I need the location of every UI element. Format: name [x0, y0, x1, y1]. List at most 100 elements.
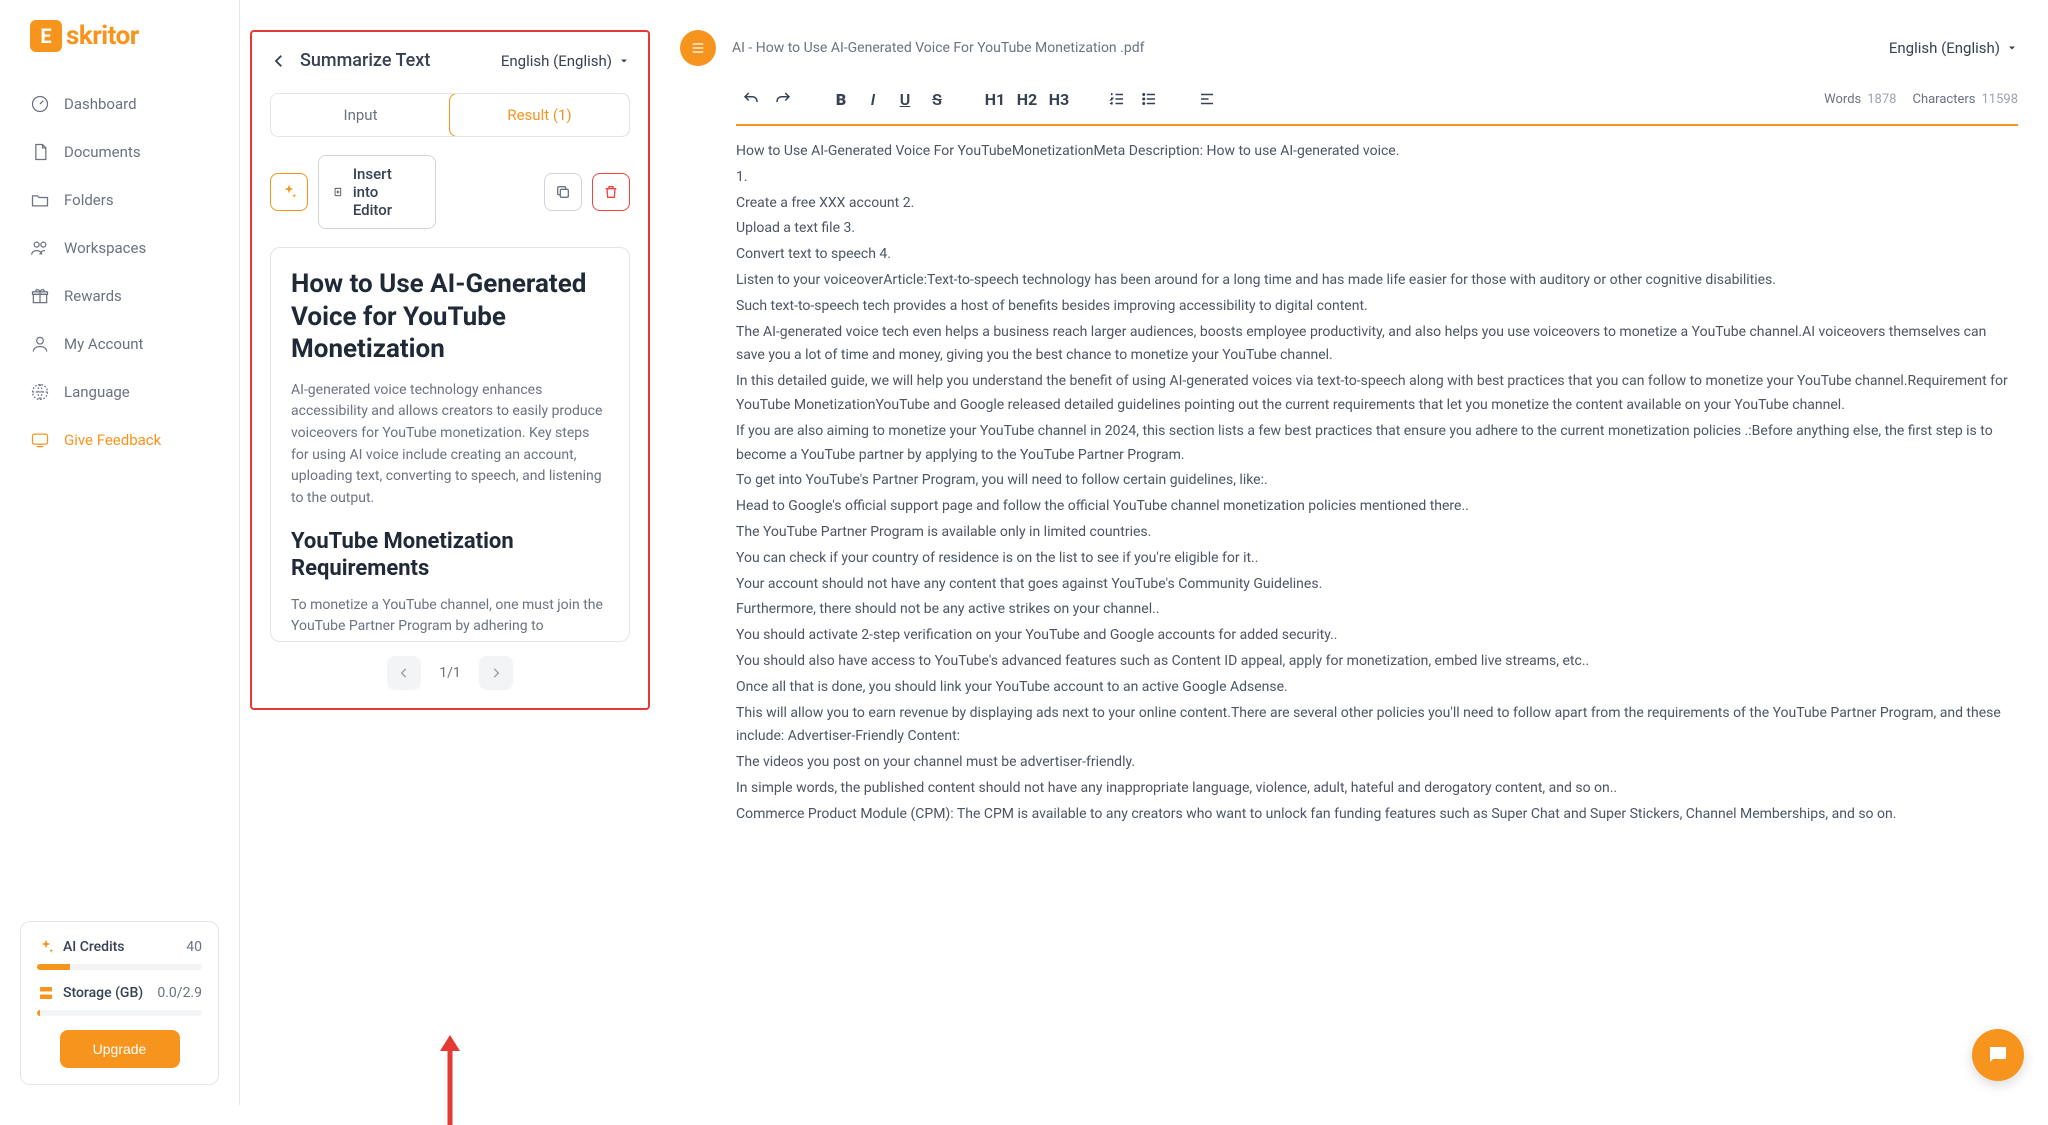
- editor-line[interactable]: If you are also aiming to monetize your …: [736, 420, 2008, 468]
- delete-button[interactable]: [592, 173, 630, 211]
- credits-box: AI Credits 40 Storage (GB) 0.0/2.9 Upgra…: [20, 921, 219, 1085]
- storage-icon: [37, 984, 55, 1002]
- tab-input[interactable]: Input: [271, 94, 450, 136]
- nav-folders[interactable]: Folders: [15, 178, 224, 222]
- prev-page-button[interactable]: [387, 656, 421, 690]
- underline-button[interactable]: U: [890, 84, 920, 114]
- storage-label: Storage (GB): [37, 984, 143, 1002]
- editor-line[interactable]: Convert text to speech 4.: [736, 243, 2008, 267]
- h1-button[interactable]: H1: [980, 84, 1010, 114]
- summarize-panel: Summarize Text English (English) Input R…: [240, 0, 660, 1105]
- editor-line[interactable]: In this detailed guide, we will help you…: [736, 370, 2008, 418]
- editor-line[interactable]: Upload a text file 3.: [736, 217, 2008, 241]
- copy-icon: [555, 184, 571, 200]
- editor-line[interactable]: The videos you post on your channel must…: [736, 751, 2008, 775]
- unordered-list-button[interactable]: [1134, 84, 1164, 114]
- page-indicator: 1/1: [439, 665, 461, 681]
- ai-credits-value: 40: [186, 939, 202, 955]
- gauge-icon: [30, 94, 50, 114]
- ol-icon: [1108, 90, 1126, 108]
- annotation-arrow: [438, 1035, 462, 1125]
- bold-button[interactable]: B: [826, 84, 856, 114]
- chevron-down-icon: [618, 55, 630, 67]
- result-heading-2: YouTube Monetization Requirements: [291, 528, 609, 583]
- tab-result[interactable]: Result (1): [449, 93, 630, 137]
- logo[interactable]: E skritor: [0, 20, 239, 82]
- editor-language-select[interactable]: English (English): [1889, 39, 2018, 57]
- editor-line[interactable]: The YouTube Partner Program is available…: [736, 521, 2008, 545]
- regenerate-button[interactable]: [270, 173, 308, 211]
- editor-line[interactable]: You should activate 2-step verification …: [736, 624, 2008, 648]
- editor-content[interactable]: How to Use AI-Generated Voice For YouTub…: [680, 140, 2018, 1095]
- nav-language[interactable]: Language: [15, 370, 224, 414]
- align-button[interactable]: [1192, 84, 1222, 114]
- gift-icon: [30, 286, 50, 306]
- editor-line[interactable]: Listen to your voiceoverArticle:Text-to-…: [736, 269, 2008, 293]
- editor-line[interactable]: Such text-to-speech tech provides a host…: [736, 295, 2008, 319]
- strike-button[interactable]: S: [922, 84, 952, 114]
- undo-button[interactable]: [736, 84, 766, 114]
- nav: Dashboard Documents Folders Workspaces R…: [0, 82, 239, 921]
- sparkle-icon: [280, 183, 298, 201]
- next-page-button[interactable]: [479, 656, 513, 690]
- document-badge-icon: [680, 30, 716, 66]
- chat-fab[interactable]: [1972, 1029, 2024, 1081]
- nav-label: Give Feedback: [64, 431, 161, 449]
- italic-button[interactable]: I: [858, 84, 888, 114]
- sparkle-icon: [37, 938, 55, 956]
- pager: 1/1: [270, 642, 630, 690]
- nav-dashboard[interactable]: Dashboard: [15, 82, 224, 126]
- editor-panel: AI - How to Use AI-Generated Voice For Y…: [660, 0, 2048, 1105]
- logo-icon: E: [30, 20, 62, 52]
- document-name[interactable]: AI - How to Use AI-Generated Voice For Y…: [732, 40, 1873, 56]
- h3-button[interactable]: H3: [1044, 84, 1074, 114]
- editor-line[interactable]: Head to Google's official support page a…: [736, 495, 2008, 519]
- editor-line[interactable]: This will allow you to earn revenue by d…: [736, 702, 2008, 750]
- nav-rewards[interactable]: Rewards: [15, 274, 224, 318]
- editor-line[interactable]: Once all that is done, you should link y…: [736, 676, 2008, 700]
- toolbar: B I U S H1 H2 H3 Words 1878 Characters 1…: [736, 78, 2018, 126]
- nav-feedback[interactable]: Give Feedback: [15, 418, 224, 462]
- back-icon[interactable]: [270, 52, 288, 70]
- nav-documents[interactable]: Documents: [15, 130, 224, 174]
- editor-line[interactable]: You should also have access to YouTube's…: [736, 650, 2008, 674]
- users-icon: [30, 238, 50, 258]
- folder-icon: [30, 190, 50, 210]
- feedback-icon: [30, 430, 50, 450]
- summarize-title: Summarize Text: [300, 50, 430, 71]
- word-count: 1878: [1867, 92, 1896, 107]
- nav-label: Documents: [64, 143, 141, 161]
- stats: Words 1878 Characters 11598: [1824, 92, 2018, 107]
- insert-icon: [333, 184, 343, 200]
- redo-button[interactable]: [768, 84, 798, 114]
- ai-credits-label: AI Credits: [37, 938, 125, 956]
- editor-line[interactable]: Furthermore, there should not be any act…: [736, 598, 2008, 622]
- chevron-right-icon: [489, 666, 503, 680]
- language-select[interactable]: English (English): [501, 52, 630, 70]
- editor-line[interactable]: In simple words, the published content s…: [736, 777, 2008, 801]
- nav-label: Folders: [64, 191, 114, 209]
- sidebar: E skritor Dashboard Documents Folders Wo…: [0, 0, 240, 1105]
- upgrade-button[interactable]: Upgrade: [60, 1030, 180, 1068]
- storage-value: 0.0/2.9: [157, 985, 202, 1001]
- editor-line[interactable]: Commerce Product Module (CPM): The CPM i…: [736, 803, 2008, 827]
- editor-line[interactable]: The AI-generated voice tech even helps a…: [736, 321, 2008, 369]
- chevron-down-icon: [2006, 42, 2018, 54]
- editor-line[interactable]: Your account should not have any content…: [736, 573, 2008, 597]
- nav-label: My Account: [64, 335, 143, 353]
- copy-button[interactable]: [544, 173, 582, 211]
- ordered-list-button[interactable]: [1102, 84, 1132, 114]
- undo-icon: [742, 90, 760, 108]
- editor-line[interactable]: You can check if your country of residen…: [736, 547, 2008, 571]
- nav-workspaces[interactable]: Workspaces: [15, 226, 224, 270]
- logo-text: skritor: [66, 21, 139, 51]
- h2-button[interactable]: H2: [1012, 84, 1042, 114]
- editor-line[interactable]: To get into YouTube's Partner Program, y…: [736, 469, 2008, 493]
- editor-line[interactable]: How to Use AI-Generated Voice For YouTub…: [736, 140, 2008, 164]
- nav-account[interactable]: My Account: [15, 322, 224, 366]
- insert-into-editor-button[interactable]: Insert into Editor: [318, 155, 436, 229]
- trash-icon: [603, 184, 619, 200]
- nav-label: Workspaces: [64, 239, 146, 257]
- editor-line[interactable]: Create a free XXX account 2.: [736, 192, 2008, 216]
- editor-line[interactable]: 1.: [736, 166, 2008, 190]
